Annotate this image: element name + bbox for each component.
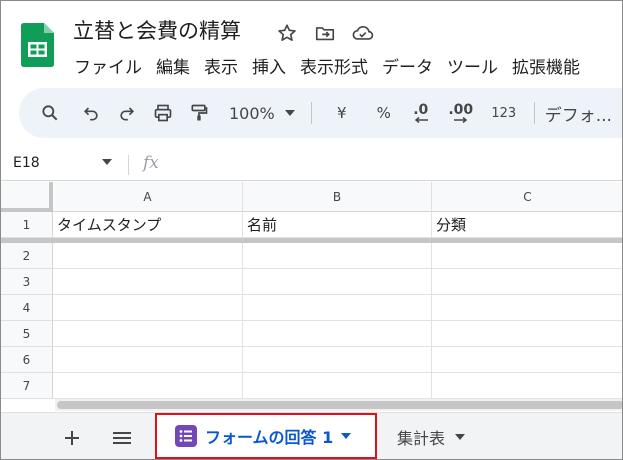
fx-icon: fx [143, 153, 159, 173]
cell-b6[interactable] [243, 347, 432, 373]
undo-icon[interactable] [73, 97, 109, 129]
arrow-right-icon [453, 117, 467, 123]
cell-a3[interactable] [53, 269, 243, 295]
plus-icon [65, 431, 79, 445]
cell-c1[interactable]: 分類 [432, 212, 622, 238]
horizontal-scrollbar[interactable] [55, 399, 622, 411]
percent-format-button[interactable]: % [366, 97, 402, 129]
menu-edit[interactable]: 編集 [156, 53, 190, 78]
cell-a5[interactable] [53, 321, 243, 347]
menu-bar: ファイル 編集 表示 挿入 表示形式 データ ツール 拡張機能 [74, 53, 580, 78]
document-title[interactable]: 立替と会費の精算 [73, 15, 241, 45]
cell-c2[interactable] [432, 243, 622, 269]
increase-decimal-button[interactable]: .00 [440, 97, 482, 129]
menu-lines-icon [113, 432, 131, 444]
print-icon[interactable] [145, 97, 181, 129]
cell-a6[interactable] [53, 347, 243, 373]
cell-c4[interactable] [432, 295, 622, 321]
cell-b5[interactable] [243, 321, 432, 347]
row-header-6[interactable]: 6 [1, 347, 53, 373]
spreadsheet-grid: A B C 1 タイムスタンプ 名前 分類 2 3 4 5 6 7 [1, 182, 622, 412]
row-header-1[interactable]: 1 [1, 212, 53, 238]
row-header-3[interactable]: 3 [1, 269, 53, 295]
number-format-button[interactable]: 123 [484, 97, 524, 129]
decrease-decimal-label: .0 [413, 102, 429, 118]
caret-down-icon[interactable] [455, 434, 466, 440]
menu-data[interactable]: データ [382, 53, 433, 78]
cell-b4[interactable] [243, 295, 432, 321]
paint-format-icon[interactable] [181, 97, 217, 129]
column-header-a[interactable]: A [53, 182, 243, 212]
select-all-corner[interactable] [1, 182, 53, 212]
all-sheets-button[interactable] [107, 423, 137, 453]
cell-c6[interactable] [432, 347, 622, 373]
menu-format[interactable]: 表示形式 [300, 53, 368, 78]
caret-down-icon[interactable] [341, 433, 352, 439]
cell-c7[interactable] [432, 373, 622, 399]
menu-insert[interactable]: 挿入 [252, 53, 286, 78]
row-header-4[interactable]: 4 [1, 295, 53, 321]
formula-bar: E18 fx [1, 147, 622, 181]
redo-icon[interactable] [109, 97, 145, 129]
search-menus-button[interactable] [37, 97, 63, 129]
currency-format-button[interactable]: ¥ [326, 97, 358, 129]
font-select[interactable]: デフォ... [545, 97, 612, 129]
row-header-2[interactable]: 2 [1, 243, 53, 269]
cell-c5[interactable] [432, 321, 622, 347]
toolbar-divider [310, 102, 312, 124]
scrollbar-thumb[interactable] [57, 401, 622, 409]
arrow-left-icon [414, 117, 428, 123]
menu-tools[interactable]: ツール [447, 53, 498, 78]
cell-a7[interactable] [53, 373, 243, 399]
row-header-7[interactable]: 7 [1, 373, 53, 399]
toolbar: 100% ¥ % .0 .00 123 デフォ... [19, 88, 622, 138]
caret-down-icon[interactable] [102, 159, 112, 165]
sheet-tab-form-responses[interactable]: フォームの回答 1 [155, 413, 377, 459]
decrease-decimal-button[interactable]: .0 [402, 97, 440, 129]
add-sheet-button[interactable] [57, 423, 87, 453]
column-header-b[interactable]: B [243, 182, 432, 212]
cloud-saved-icon[interactable] [349, 19, 377, 47]
star-icon[interactable] [273, 19, 301, 47]
increase-decimal-label: .00 [448, 102, 474, 118]
sheet-tabs-bar: フォームの回答 1 集計表 [1, 412, 622, 459]
sheet-tab-summary[interactable]: 集計表 [397, 425, 466, 449]
zoom-value: 100% [229, 103, 275, 123]
zoom-select[interactable]: 100% [229, 97, 295, 129]
caret-down-icon [284, 110, 295, 116]
cell-a2[interactable] [53, 243, 243, 269]
cell-c3[interactable] [432, 269, 622, 295]
toolbar-divider [533, 102, 535, 124]
cell-b1[interactable]: 名前 [243, 212, 432, 238]
forms-icon [175, 425, 197, 447]
menu-extensions[interactable]: 拡張機能 [512, 53, 580, 78]
menu-file[interactable]: ファイル [74, 53, 142, 78]
cell-a4[interactable] [53, 295, 243, 321]
sheet-tab-label: 集計表 [397, 429, 446, 448]
cell-b3[interactable] [243, 269, 432, 295]
sheet-tab-label: フォームの回答 1 [205, 428, 334, 447]
cell-a1[interactable]: タイムスタンプ [53, 212, 243, 238]
name-box[interactable]: E18 [13, 155, 40, 171]
cell-b7[interactable] [243, 373, 432, 399]
menu-view[interactable]: 表示 [204, 53, 238, 78]
row-header-5[interactable]: 5 [1, 321, 53, 347]
sheets-logo-icon[interactable] [21, 23, 54, 67]
cell-b2[interactable] [243, 243, 432, 269]
column-header-c[interactable]: C [432, 182, 622, 212]
formula-divider [128, 155, 129, 175]
move-folder-icon[interactable] [311, 19, 339, 47]
sheets-window: 立替と会費の精算 ファイル 編集 表示 挿入 表示形式 データ ツール 拡張機能 [0, 0, 623, 460]
